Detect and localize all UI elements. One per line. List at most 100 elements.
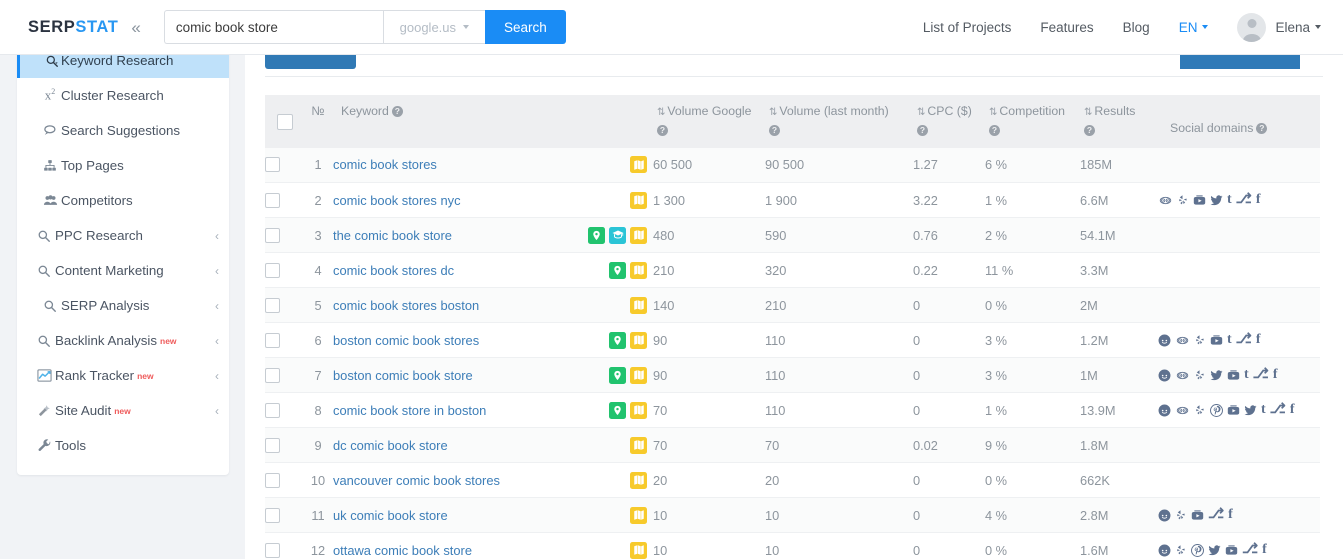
social-foursquare-icon[interactable]: ⎇ xyxy=(1236,193,1252,207)
keyword-link[interactable]: vancouver comic book stores xyxy=(333,473,500,488)
sidebar-item-top-pages[interactable]: Top Pages xyxy=(17,148,229,183)
sidebar-item-rank-tracker[interactable]: Rank Tracker new ‹ xyxy=(17,358,229,393)
social-yelp-icon[interactable] xyxy=(1175,544,1187,556)
user-menu[interactable]: Elena xyxy=(1237,12,1321,42)
th-volume-google[interactable]: ⇅ Volume Google? xyxy=(653,95,765,148)
chevron-left-icon[interactable]: ‹ xyxy=(215,335,219,347)
double-chevron-left-icon[interactable]: « xyxy=(131,19,140,36)
social-twitter-icon[interactable] xyxy=(1210,369,1223,382)
social-yelp-icon[interactable] xyxy=(1177,194,1189,206)
row-checkbox[interactable] xyxy=(265,297,280,313)
serp-feature-map-icon[interactable] xyxy=(630,156,647,174)
social-foursquare-icon[interactable]: ⎇ xyxy=(1253,368,1269,382)
serp-feature-map-icon[interactable] xyxy=(630,261,647,279)
social-twitter-icon[interactable] xyxy=(1208,544,1221,557)
serp-feature-map-icon[interactable] xyxy=(630,436,647,454)
database-select[interactable]: google.us xyxy=(382,10,485,44)
table-row[interactable]: 6 boston comic book stores 90 110 0 3 % 1.2M t ⎇… xyxy=(265,322,1320,359)
social-facebook-icon[interactable]: f xyxy=(1290,403,1295,417)
serp-feature-map-icon[interactable] xyxy=(630,226,647,244)
row-checkbox[interactable] xyxy=(265,332,280,348)
row-checkbox[interactable] xyxy=(265,542,280,558)
help-icon[interactable]: ? xyxy=(917,124,928,136)
social-tumblr-icon[interactable]: t xyxy=(1227,333,1232,347)
chevron-left-icon[interactable]: ‹ xyxy=(215,370,219,382)
social-tumblr-icon[interactable]: t xyxy=(1244,368,1249,382)
sidebar-item-ppc-research[interactable]: PPC Research ‹ xyxy=(17,218,229,253)
serp-feature-card-icon[interactable] xyxy=(609,226,626,244)
serp-feature-local-icon[interactable] xyxy=(588,226,605,244)
serp-feature-map-icon[interactable] xyxy=(630,366,647,384)
social-foursquare-icon[interactable]: ⎇ xyxy=(1242,543,1258,557)
social-facebook-icon[interactable]: f xyxy=(1273,368,1278,382)
social-facebook-icon[interactable]: f xyxy=(1256,193,1261,207)
social-tumblr-icon[interactable]: t xyxy=(1261,403,1266,417)
serp-feature-map-icon[interactable] xyxy=(630,331,647,349)
keyword-link[interactable]: comic book stores nyc xyxy=(333,193,461,208)
serp-feature-local-icon[interactable] xyxy=(609,261,626,279)
social-tripadvisor-icon[interactable] xyxy=(1175,405,1190,416)
keyword-link[interactable]: comic book store in boston xyxy=(333,403,486,418)
serp-feature-local-icon[interactable] xyxy=(609,366,626,384)
serp-feature-map-icon[interactable] xyxy=(630,471,647,489)
help-icon[interactable]: ? xyxy=(989,124,1000,136)
help-icon[interactable]: ? xyxy=(391,106,403,118)
table-row[interactable]: 10 vancouver comic book stores 20 20 0 0 % 662… xyxy=(265,462,1320,499)
social-twitter-icon[interactable] xyxy=(1244,404,1257,417)
social-facebook-icon[interactable]: f xyxy=(1256,333,1261,347)
social-youtube-icon[interactable] xyxy=(1193,194,1206,207)
keyword-link[interactable]: ottawa comic book store xyxy=(333,543,472,558)
social-yelp-icon[interactable] xyxy=(1194,369,1206,381)
th-cpc[interactable]: ⇅ CPC ($)? xyxy=(913,95,985,148)
table-row[interactable]: 5 comic book stores boston 140 210 0 0 % 2M xyxy=(265,287,1320,324)
table-row[interactable]: 3 the comic book store 480 590 0.76 2 % 54.1M xyxy=(265,217,1320,254)
sidebar-item-competitors[interactable]: Competitors xyxy=(17,183,229,218)
social-reddit-icon[interactable] xyxy=(1158,369,1171,382)
nav-list-of-projects[interactable]: List of Projects xyxy=(923,20,1012,35)
table-row[interactable]: 9 dc comic book store 70 70 0.02 9 % 1.8M xyxy=(265,427,1320,464)
row-checkbox[interactable] xyxy=(265,262,280,278)
social-tripadvisor-icon[interactable] xyxy=(1175,335,1190,346)
keyword-link[interactable]: dc comic book store xyxy=(333,438,448,453)
row-checkbox[interactable] xyxy=(265,402,280,418)
search-button[interactable]: Search xyxy=(484,10,566,44)
serp-feature-map-icon[interactable] xyxy=(630,296,647,314)
chevron-left-icon[interactable]: ‹ xyxy=(215,230,219,242)
serp-feature-local-icon[interactable] xyxy=(609,331,626,349)
nav-features[interactable]: Features xyxy=(1040,20,1093,35)
table-row[interactable]: 7 boston comic book store 90 110 0 3 % 1M t ⎇ f xyxy=(265,357,1320,394)
row-checkbox[interactable] xyxy=(265,472,280,488)
nav-blog[interactable]: Blog xyxy=(1123,20,1150,35)
social-youtube-icon[interactable] xyxy=(1191,509,1204,522)
social-twitter-icon[interactable] xyxy=(1210,194,1223,207)
keyword-link[interactable]: boston comic book store xyxy=(333,368,473,383)
social-tumblr-icon[interactable]: t xyxy=(1227,193,1232,207)
row-checkbox[interactable] xyxy=(265,157,280,173)
social-foursquare-icon[interactable]: ⎇ xyxy=(1236,333,1252,347)
social-youtube-icon[interactable] xyxy=(1225,544,1238,557)
social-tripadvisor-icon[interactable] xyxy=(1175,370,1190,381)
table-row[interactable]: 11 uk comic book store 10 10 0 4 % 2.8M ⎇ f xyxy=(265,497,1320,534)
sidebar-item-keyword-research[interactable]: Keyword Research xyxy=(17,55,229,78)
language-selector[interactable]: EN xyxy=(1179,20,1209,35)
table-row[interactable]: 8 comic book store in boston 70 110 0 1 % 13.9… xyxy=(265,392,1320,429)
social-youtube-icon[interactable] xyxy=(1210,334,1223,347)
chevron-left-icon[interactable]: ‹ xyxy=(215,265,219,277)
table-row[interactable]: 2 comic book stores nyc 1 300 1 900 3.22 1 % 6… xyxy=(265,182,1320,219)
help-icon[interactable]: ? xyxy=(1256,123,1268,135)
social-yelp-icon[interactable] xyxy=(1194,404,1206,416)
table-row[interactable]: 1 comic book stores 60 500 90 500 1.27 6 % 185… xyxy=(265,147,1320,184)
th-competition[interactable]: ⇅ Competition? xyxy=(985,95,1080,148)
row-checkbox[interactable] xyxy=(265,507,280,523)
keyword-link[interactable]: comic book stores xyxy=(333,157,437,172)
sidebar-item-tools[interactable]: Tools xyxy=(17,428,229,463)
keyword-link[interactable]: boston comic book stores xyxy=(333,333,479,348)
keyword-link[interactable]: comic book stores dc xyxy=(333,263,454,278)
keyword-link[interactable]: the comic book store xyxy=(333,228,452,243)
help-icon[interactable]: ? xyxy=(657,124,668,136)
social-reddit-icon[interactable] xyxy=(1158,544,1171,557)
row-checkbox[interactable] xyxy=(265,367,280,383)
serp-feature-map-icon[interactable] xyxy=(630,506,647,524)
serp-feature-map-icon[interactable] xyxy=(630,401,647,419)
social-yelp-icon[interactable] xyxy=(1175,509,1187,521)
